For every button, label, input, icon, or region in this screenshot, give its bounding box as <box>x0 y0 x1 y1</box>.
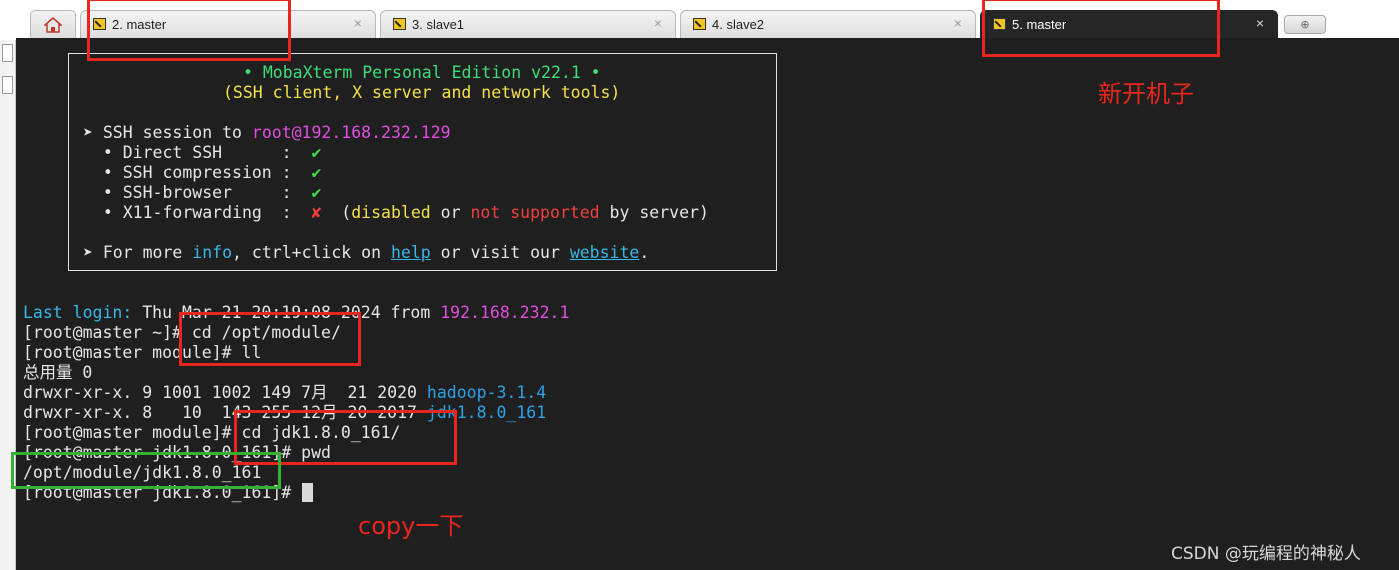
close-icon[interactable]: × <box>954 15 962 31</box>
ssh-browser-label: • SSH-browser : <box>83 183 312 202</box>
text-cursor <box>302 483 313 502</box>
close-icon[interactable]: × <box>354 15 362 31</box>
x11-disabled: disabled <box>351 203 431 222</box>
help-link[interactable]: help <box>391 243 431 262</box>
x11-by-server: by server) <box>599 203 709 222</box>
check-icon: ✔ <box>311 163 322 182</box>
x11-line: • X11-forwarding : ✘ (disabled or not su… <box>83 203 709 223</box>
listing-meta: drwxr-xr-x. 9 1001 1002 149 7月 21 2020 <box>23 383 427 402</box>
banner-subtitle: (SSH client, X server and network tools) <box>223 83 621 102</box>
new-tab-button[interactable]: ⊕ <box>1284 15 1326 34</box>
ssh-target: root@192.168.232.129 <box>251 123 451 142</box>
info-link: info <box>192 243 233 262</box>
annotation-new-machine: 新开机子 <box>1098 80 1194 108</box>
total-line: 总用量 0 <box>23 363 93 382</box>
listing-row: drwxr-xr-x. 9 1001 1002 149 7月 21 2020 h… <box>23 383 546 403</box>
home-icon <box>44 17 62 33</box>
check-icon: ✔ <box>311 143 322 162</box>
close-icon[interactable]: × <box>1256 15 1264 31</box>
ssh-session-label: ➤ SSH session to <box>83 123 252 142</box>
cross-icon: ✘ <box>311 203 322 222</box>
x11-or: or <box>430 203 471 222</box>
terminal-key-icon <box>393 18 406 30</box>
tab-label: 3. slave1 <box>412 17 465 32</box>
annotation-box-cd-module <box>179 312 361 366</box>
tab-4-slave2[interactable]: 4. slave2 × <box>680 10 976 38</box>
tab-3-slave1[interactable]: 3. slave1 × <box>380 10 676 38</box>
more-prefix: ➤ For more <box>83 243 193 262</box>
period-text: . <box>639 243 650 262</box>
annotation-box-pwd-output <box>11 452 281 489</box>
sidebar-expand-icon[interactable] <box>2 76 13 94</box>
left-sidebar-strip <box>0 40 16 570</box>
plus-icon: ⊕ <box>1300 18 1310 31</box>
x11-open: ( <box>321 203 352 222</box>
annotation-box-master-tab <box>87 0 291 61</box>
visit-text: or visit our <box>430 243 570 262</box>
check-icon: ✔ <box>311 183 322 202</box>
directory-name: hadoop-3.1.4 <box>426 383 547 402</box>
terminal-pane[interactable]: • MobaXterm Personal Edition v22.1 • (SS… <box>16 38 1399 570</box>
close-icon[interactable]: × <box>654 15 662 31</box>
tab-label: 4. slave2 <box>712 17 765 32</box>
ssh-compression-line: • SSH compression : ✔ <box>83 163 322 183</box>
direct-ssh-label: • Direct SSH : <box>83 143 312 162</box>
home-tab[interactable] <box>30 10 76 39</box>
csdn-watermark: CSDN @玩编程的神秘人 <box>1171 544 1361 564</box>
terminal-key-icon <box>693 18 706 30</box>
direct-ssh-line: • Direct SSH : ✔ <box>83 143 322 163</box>
more-info-line: ➤ For more info, ctrl+click on help or v… <box>83 243 649 263</box>
website-link[interactable]: website <box>570 243 640 262</box>
ssh-compression-label: • SSH compression : <box>83 163 312 182</box>
x11-not-supported: not supported <box>470 203 600 222</box>
last-login-ip: 192.168.232.1 <box>440 303 570 322</box>
banner-title: • MobaXterm Personal Edition v22.1 • <box>243 63 601 82</box>
ctrl-text: , ctrl+click on <box>232 243 391 262</box>
last-login-label: Last login: <box>23 303 133 322</box>
ssh-browser-line: • SSH-browser : ✔ <box>83 183 322 203</box>
ssh-session-line: ➤ SSH session to root@192.168.232.129 <box>83 123 451 143</box>
annotation-copy-note: copy一下 <box>358 512 464 540</box>
annotation-box-new-tab <box>982 0 1220 57</box>
sidebar-toggle-icon[interactable] <box>2 44 13 62</box>
x11-label: • X11-forwarding : <box>83 203 312 222</box>
